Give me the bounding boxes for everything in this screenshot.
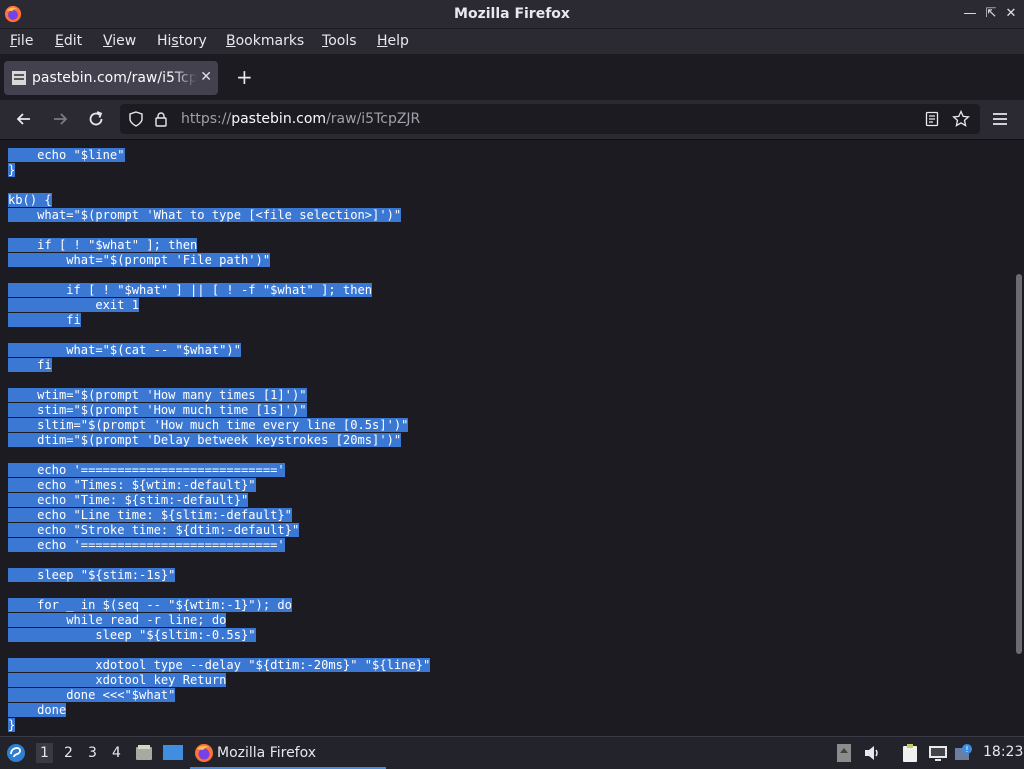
code-line: what="$(prompt 'File path')" (8, 253, 271, 267)
code-line: kb() { (8, 193, 52, 207)
file-manager-icon[interactable] (134, 743, 154, 763)
code-line: echo "Line time: ${sltim:-default}" (8, 508, 292, 522)
tracking-shield-icon[interactable] (128, 111, 144, 127)
window-title: Mozilla Firefox (454, 6, 570, 22)
taskbar-task-label: Mozilla Firefox (217, 745, 317, 761)
restore-icon[interactable]: ⇱ (983, 6, 999, 22)
code-line: xdotool key Return (8, 673, 227, 687)
menu-file[interactable]: File (10, 33, 33, 49)
code-line: if [ ! "$what" ]; then (8, 238, 198, 252)
menu-bar: File Edit View History Bookmarks Tools H… (0, 29, 1024, 54)
workspace-1[interactable]: 1 (36, 743, 53, 763)
code-line: for _ in $(seq -- "${wtim:-1}"); do (8, 598, 292, 612)
code-line: echo "Time: ${stim:-default}" (8, 493, 249, 507)
tab-title: pastebin.com/raw/i5TcpZJR (32, 70, 197, 86)
tab-active[interactable]: pastebin.com/raw/i5TcpZJR ✕ (4, 61, 218, 95)
code-line: echo "Times: ${wtim:-default}" (8, 478, 256, 492)
close-window-icon[interactable]: ✕ (1003, 6, 1019, 22)
code-line: } (8, 163, 16, 177)
code-line: what="$(cat -- "$what")" (8, 343, 241, 357)
workspace-2[interactable]: 2 (64, 745, 73, 761)
code-line: xdotool type --delay "${dtim:-20ms}" "${… (8, 658, 431, 672)
network-icon[interactable] (928, 743, 948, 763)
tab-close-icon[interactable]: ✕ (200, 69, 212, 85)
code-line: done (8, 703, 67, 717)
code-line: exit 1 (8, 298, 140, 312)
notification-icon[interactable]: ! (954, 743, 974, 763)
code-line: sltim="$(prompt 'How much time every lin… (8, 418, 409, 432)
volume-icon[interactable] (862, 743, 882, 763)
vertical-scrollbar[interactable] (1014, 140, 1024, 736)
tab-strip: pastebin.com/raw/i5TcpZJR ✕ + (0, 55, 1024, 100)
lock-icon[interactable] (154, 111, 168, 127)
code-line: echo "Stroke time: ${dtim:-default}" (8, 523, 300, 537)
tray-upload-icon[interactable] (836, 743, 852, 763)
desktop-icon[interactable] (162, 743, 184, 763)
hamburger-menu-icon[interactable] (990, 109, 1010, 129)
menu-view[interactable]: View (103, 33, 136, 49)
page-favicon-icon (12, 71, 26, 85)
code-line: what="$(prompt 'What to type [<file sele… (8, 208, 402, 222)
code-line: fi (8, 313, 81, 327)
navigation-toolbar: https://pastebin.com/raw/i5TcpZJR (0, 100, 1024, 140)
menu-edit[interactable]: Edit (55, 33, 82, 49)
window-titlebar: Mozilla Firefox — ⇱ ✕ (0, 0, 1024, 29)
forward-arrow-icon[interactable] (50, 109, 70, 129)
code-line: echo "$line" (8, 148, 125, 162)
code-line: if [ ! "$what" ] || [ ! -f "$what" ]; th… (8, 283, 373, 297)
reload-icon[interactable] (86, 109, 106, 129)
code-line: echo '===========================' (8, 538, 285, 552)
code-line: while read -r line; do (8, 613, 227, 627)
address-bar[interactable]: https://pastebin.com/raw/i5TcpZJR (120, 104, 980, 134)
code-line: } (8, 718, 16, 732)
new-tab-icon[interactable]: + (236, 65, 253, 89)
code-line: echo '===========================' (8, 463, 285, 477)
code-line: sleep "${sltim:-0.5s}" (8, 628, 256, 642)
menu-tools[interactable]: Tools (322, 33, 357, 49)
menu-bookmarks[interactable]: Bookmarks (226, 33, 304, 49)
clipboard-icon[interactable] (900, 743, 920, 763)
taskbar-firefox-button[interactable]: Mozilla Firefox (190, 739, 386, 769)
firefox-task-icon (195, 744, 213, 762)
taskbar: 1 2 3 4 Mozilla Firefox ! 18:23 (0, 736, 1024, 769)
code-line: stim="$(prompt 'How much time [1s]')" (8, 403, 307, 417)
bookmark-star-icon[interactable] (952, 110, 970, 128)
menu-history[interactable]: History (157, 33, 207, 49)
code-line: dtim="$(prompt 'Delay betweek keystrokes… (8, 433, 402, 447)
start-menu-icon[interactable] (5, 742, 27, 764)
code-line: wtim="$(prompt 'How many times [1]')" (8, 388, 307, 402)
reader-view-icon[interactable] (924, 111, 940, 127)
menu-help[interactable]: Help (377, 33, 409, 49)
code-line: sleep "${stim:-1s}" (8, 568, 176, 582)
minimize-icon[interactable]: — (962, 6, 978, 22)
raw-code-text[interactable]: echo "$line"} kb() { what="$(prompt 'What… (8, 148, 431, 733)
code-line: done <<<"$what" (8, 688, 176, 702)
page-content: echo "$line"} kb() { what="$(prompt 'What… (0, 140, 1014, 736)
workspace-3[interactable]: 3 (88, 745, 97, 761)
scrollbar-thumb[interactable] (1016, 274, 1022, 654)
url-text[interactable]: https://pastebin.com/raw/i5TcpZJR (181, 111, 420, 127)
workspace-4[interactable]: 4 (112, 745, 121, 761)
back-arrow-icon[interactable] (14, 109, 34, 129)
clock: 18:23 (983, 744, 1024, 760)
svg-text:!: ! (965, 745, 968, 754)
code-line: fi (8, 358, 52, 372)
